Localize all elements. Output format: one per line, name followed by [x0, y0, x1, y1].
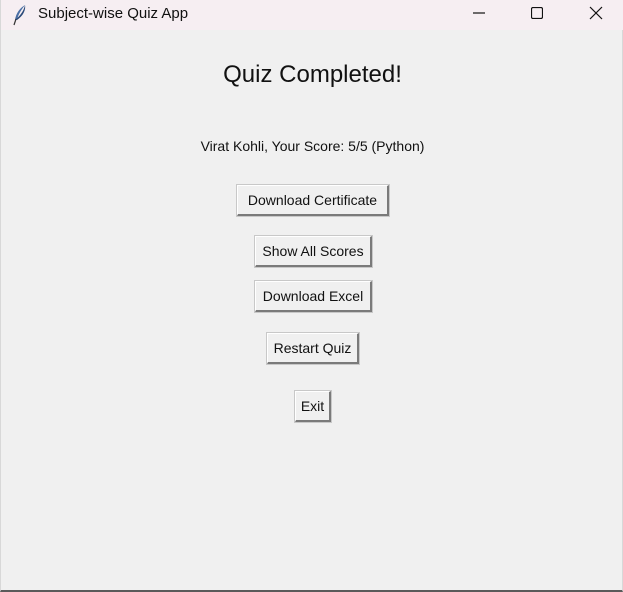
download-excel-button[interactable]: Download Excel	[254, 280, 373, 313]
minimize-button[interactable]	[456, 0, 502, 30]
app-window: Subject-wise Quiz App Quiz Completed! Vi…	[0, 0, 623, 592]
maximize-icon	[530, 6, 544, 24]
maximize-button[interactable]	[514, 0, 560, 30]
close-button[interactable]	[573, 0, 619, 30]
restart-quiz-button[interactable]: Restart Quiz	[266, 332, 360, 365]
window-title: Subject-wise Quiz App	[38, 5, 189, 22]
download-certificate-button[interactable]: Download Certificate	[236, 184, 390, 217]
exit-button[interactable]: Exit	[294, 390, 332, 423]
show-all-scores-button[interactable]: Show All Scores	[254, 235, 373, 268]
score-label: Virat Kohli, Your Score: 5/5 (Python)	[200, 138, 425, 154]
title-bar[interactable]: Subject-wise Quiz App	[1, 0, 623, 30]
page-title: Quiz Completed!	[223, 61, 402, 88]
feather-icon	[11, 4, 29, 26]
minimize-icon	[473, 6, 485, 24]
quiz-result-panel: Quiz Completed! Virat Kohli, Your Score:…	[1, 30, 623, 590]
close-icon	[589, 6, 603, 25]
